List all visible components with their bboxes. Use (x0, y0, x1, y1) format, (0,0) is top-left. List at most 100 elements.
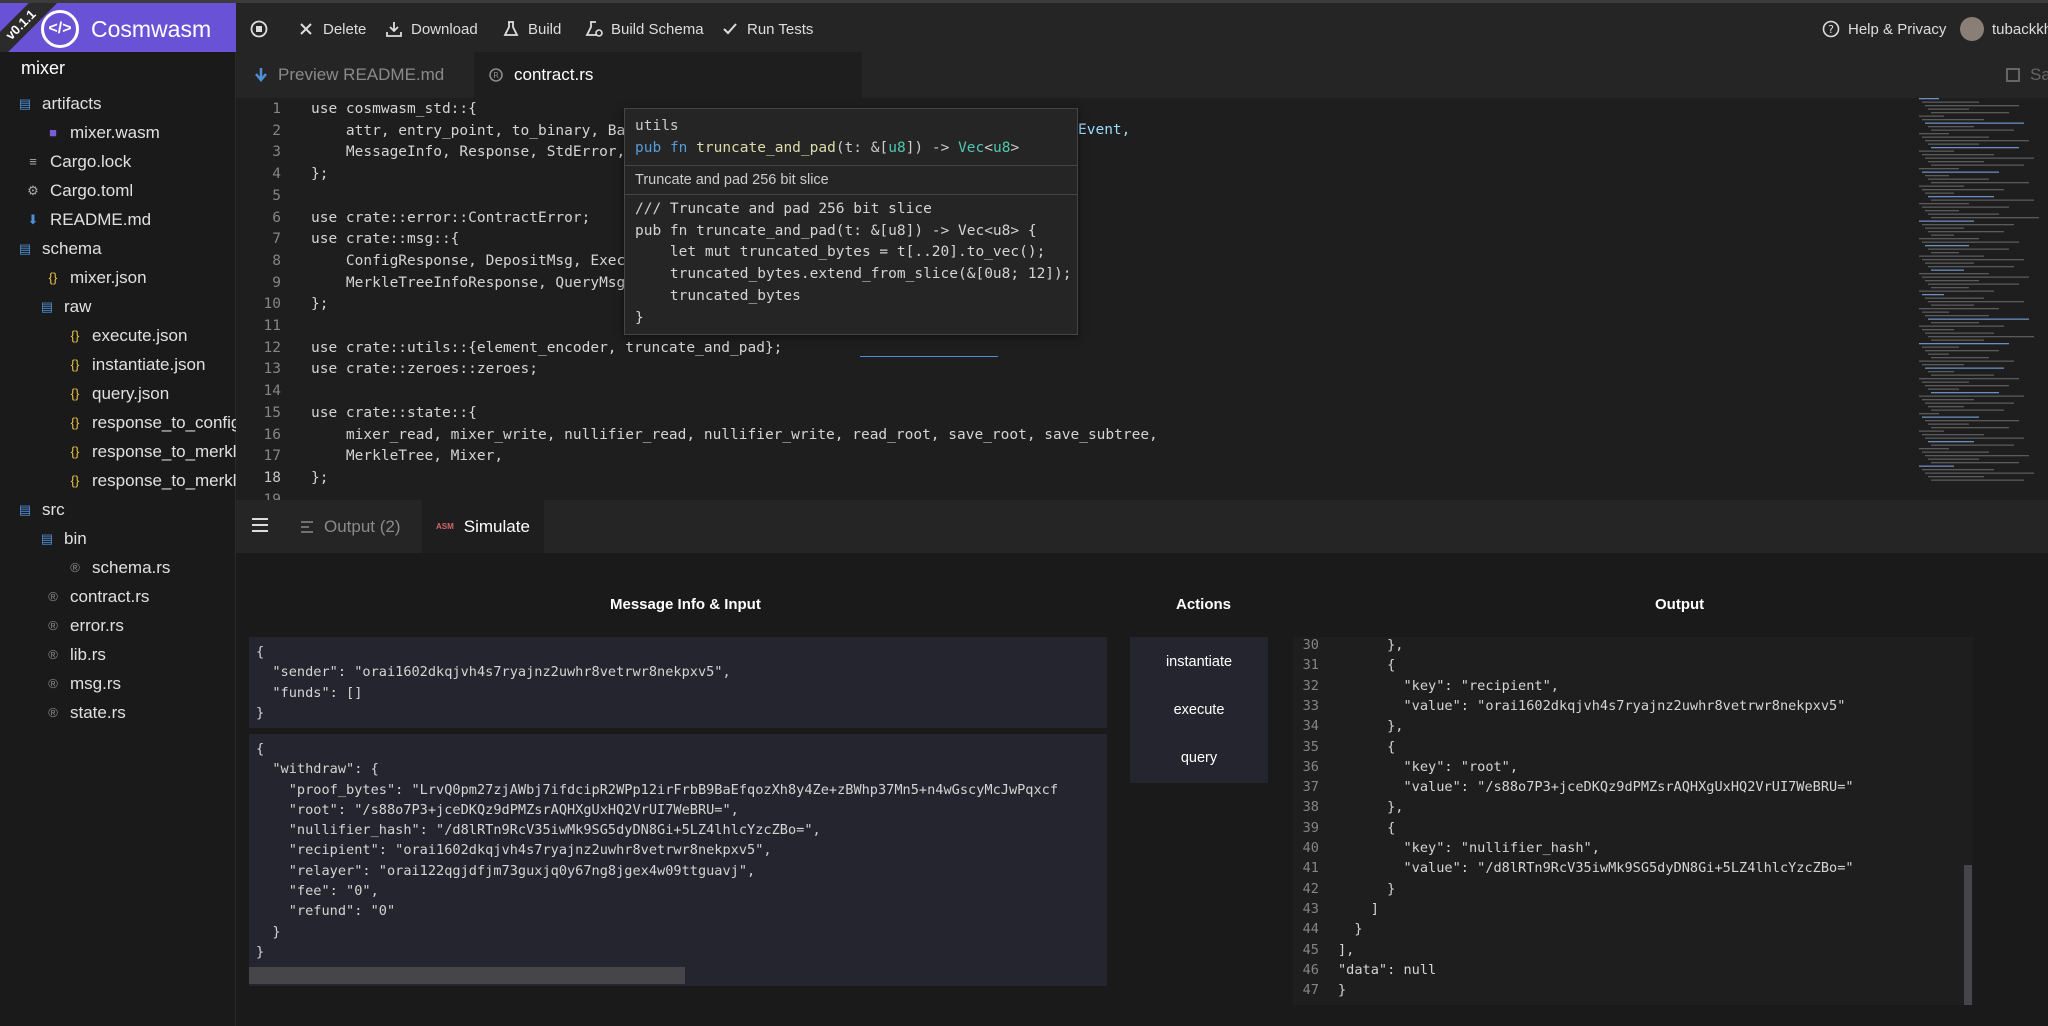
hover-code-line: pub fn truncate_and_pad(t: &[u8]) -> Vec… (635, 222, 1037, 239)
tree-item-label: raw (64, 296, 92, 316)
help-privacy-button[interactable]: ? Help & Privacy (1822, 3, 1946, 55)
tree-item-bin[interactable]: ▤ bin (0, 524, 236, 553)
hover-signature: pub fn truncate_and_pad(t: &[u8]) -> Vec… (635, 140, 1020, 156)
minimap-line (1931, 409, 2004, 411)
tree-item-instantiate-json[interactable]: {} instantiate.json (0, 350, 236, 379)
tree-item-cargo-toml[interactable]: ⚙ Cargo.toml (0, 176, 236, 205)
tree-item-mixer-json[interactable]: {} mixer.json (0, 263, 236, 292)
execute-button[interactable]: execute (1130, 686, 1268, 734)
tree-item-contract-rs[interactable]: ® contract.rs (0, 582, 236, 611)
save-button[interactable]: Sa (2006, 52, 2048, 98)
code-minimap[interactable] (1915, 98, 2048, 498)
tree-item-query-json[interactable]: {} query.json (0, 379, 236, 408)
tree-item-cargo-lock[interactable]: ≡ Cargo.lock (0, 147, 236, 176)
minimap-line (1925, 402, 2014, 404)
file-tree: ▤ artifacts ■ mixer.wasm ≡ Cargo.lock ⚙ Cargo.t… (0, 89, 236, 727)
stop-icon (250, 20, 268, 38)
input-line: } (256, 943, 265, 960)
user-menu[interactable]: tubackkh (1960, 3, 2048, 55)
json-icon: {} (70, 328, 80, 343)
tree-item-artifacts[interactable]: ▤ artifacts (0, 89, 236, 118)
link-truncate-and-pad[interactable] (860, 355, 998, 357)
tab-simulate[interactable]: ASM Simulate (422, 500, 544, 553)
minimap-line (1925, 192, 1954, 194)
hover-module: utils (635, 118, 679, 134)
minimap-line (1931, 462, 2019, 464)
build-button[interactable]: Build (502, 3, 561, 55)
instantiate-button[interactable]: instantiate (1130, 638, 1268, 686)
minimap-line (1922, 101, 1979, 103)
tree-item-schema-rs[interactable]: ® schema.rs (0, 553, 236, 582)
line-number: 18 (263, 469, 281, 486)
tree-item-response-to-config-[interactable]: {} response_to_config. (0, 408, 236, 437)
line-code: }; (311, 296, 329, 313)
minimap-line (1925, 140, 2029, 142)
tree-item-state-rs[interactable]: ® state.rs (0, 698, 236, 727)
output-viewer[interactable]: 30 }, 31 {32 "key": "recipient", 33 "value… (1293, 637, 1973, 1005)
minimap-line (1919, 325, 2004, 327)
tree-item-src[interactable]: ▤ src (0, 495, 236, 524)
minimap-line (1925, 227, 1964, 229)
tree-item-label: schema (42, 238, 102, 258)
tree-item-error-rs[interactable]: ® error.rs (0, 611, 236, 640)
menu-icon[interactable] (252, 518, 268, 532)
minimap-line (1925, 122, 2024, 124)
minimap-line (1919, 168, 1959, 170)
tree-item-response-to-merkle[interactable]: {} response_to_merkle (0, 437, 236, 466)
tree-item-raw[interactable]: ▤ raw (0, 292, 236, 321)
line-number: 8 (272, 252, 281, 269)
tree-item-label: README.md (50, 209, 152, 229)
minimap-line (1928, 283, 2019, 285)
vertical-scrollbar[interactable] (1964, 865, 1972, 1005)
download-button[interactable]: Download (385, 3, 478, 55)
delete-button[interactable]: Delete (297, 3, 366, 55)
tab-output[interactable]: Output (2) (300, 500, 401, 553)
horizontal-scrollbar[interactable] (249, 967, 685, 984)
input-editor[interactable]: { "withdraw": { "proof_bytes": "LrvQ0pm2… (249, 734, 1107, 986)
close-icon (300, 23, 312, 35)
tree-item-msg-rs[interactable]: ® msg.rs (0, 669, 236, 698)
minimap-line (1919, 273, 1989, 275)
stop-button[interactable] (250, 3, 268, 55)
save-icon (2006, 68, 2020, 82)
actions-column-title: Actions (1176, 596, 1232, 613)
minimap-line (1928, 213, 1999, 215)
minimap-line (1922, 171, 1999, 173)
minimap-line (1931, 304, 1974, 306)
code-editor[interactable]: 1 use cosmwasm_std::{2 attr, entry_point,… (236, 98, 2048, 500)
minimap-line (1922, 241, 2019, 243)
output-line-number: 47 (1302, 982, 1319, 999)
editor-tabs: Preview README.md R contract.rs Sa (236, 52, 2048, 98)
output-line: "key": "root", (1338, 758, 1519, 775)
tab-contract-rs[interactable]: R contract.rs (474, 52, 862, 98)
minimap-line (1931, 339, 1984, 341)
code-fragment-event: Event, (1078, 121, 1131, 138)
line-number: 7 (272, 231, 281, 248)
msg_info-line: "funds": [] (256, 684, 363, 701)
minimap-line (1928, 126, 1974, 128)
tab-preview-readme[interactable]: Preview README.md (254, 52, 444, 98)
tab-simulate-label: Simulate (463, 516, 530, 536)
minimap-line (1919, 413, 1939, 415)
line-code: MessageInfo, Response, StdError, (311, 144, 626, 161)
tree-item-execute-json[interactable]: {} execute.json (0, 321, 236, 350)
message-info-editor[interactable]: { "sender": "orai1602dkqjvh4s7ryajnz2uwh… (249, 637, 1107, 728)
tree-item-response-to-merkle[interactable]: {} response_to_merkle (0, 466, 236, 495)
tree-item-label: response_to_merkle (92, 470, 236, 490)
gear-icon: ⚙ (27, 182, 39, 198)
tree-item-schema[interactable]: ▤ schema (0, 234, 236, 263)
build-schema-button[interactable]: Build Schema (585, 3, 704, 55)
minimap-line (1928, 301, 2024, 303)
tree-item-lib-rs[interactable]: ® lib.rs (0, 640, 236, 669)
run-tests-button[interactable]: Run Tests (721, 3, 813, 55)
tree-item-mixer-wasm[interactable]: ■ mixer.wasm (0, 118, 236, 147)
minimap-line (1922, 259, 2024, 261)
markdown-icon (255, 68, 267, 82)
output-line-number: 46 (1302, 961, 1319, 978)
line-number: 4 (272, 166, 281, 183)
query-button[interactable]: query (1130, 734, 1268, 782)
tree-item-readme-md[interactable]: ⬇ README.md (0, 205, 236, 234)
code-line: 13 use crate::zeroes::zeroes; (236, 359, 1896, 381)
tree-item-label: lib.rs (70, 644, 106, 664)
minimap-line (1919, 150, 1954, 152)
